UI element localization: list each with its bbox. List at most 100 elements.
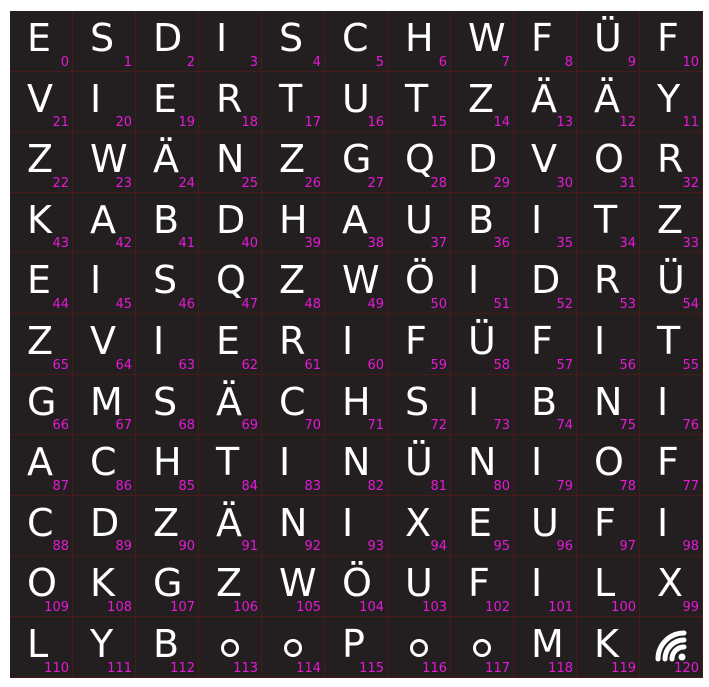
grid-letter: D — [531, 258, 561, 303]
grid-cell: E 62 — [199, 313, 262, 375]
grid-letter: K — [594, 621, 619, 666]
cell-index: 73 — [493, 418, 510, 434]
grid-letter: B — [531, 379, 558, 424]
grid-cell: W 49 — [325, 253, 388, 314]
grid-cell: E 19 — [136, 71, 199, 133]
grid-cell: F 10 — [640, 11, 703, 72]
cell-index: 87 — [52, 478, 69, 494]
cell-index: 35 — [556, 236, 573, 252]
grid-letter: O — [594, 137, 624, 182]
grid-letter: X — [405, 500, 432, 545]
grid-cell: V 30 — [514, 132, 577, 193]
grid-cell: F 97 — [577, 495, 640, 557]
cell-index: 19 — [178, 115, 195, 131]
cell-index: 57 — [556, 357, 573, 373]
cell-index: 58 — [493, 357, 510, 373]
cell-index: 85 — [178, 478, 195, 494]
grid-cell: 116 — [388, 616, 451, 678]
cell-index: 95 — [493, 539, 510, 555]
grid-cell: T 34 — [577, 192, 640, 254]
grid-cell: S 46 — [136, 253, 199, 314]
grid-letter: I — [657, 500, 669, 545]
grid-letter: V — [531, 137, 557, 182]
grid-letter: Q — [216, 258, 246, 303]
grid-letter: I — [594, 318, 606, 363]
cell-index: 6 — [438, 54, 447, 70]
grid-letter: Ü — [405, 440, 433, 485]
letter-grid: E 0 S 1 D 2 I 3 S 4 C 5 H 6 W 7 F 8 Ü 9 F 10 V 21 I 20 E 19 R 18 T 17 U 1… — [10, 11, 703, 678]
grid-letter: S — [153, 379, 178, 424]
circle-icon — [410, 638, 428, 657]
cell-index: 99 — [682, 599, 699, 615]
grid-letter: D — [468, 137, 498, 182]
grid-letter: G — [342, 137, 372, 182]
grid-cell: S 68 — [136, 374, 199, 436]
grid-cell: Z 33 — [640, 192, 703, 254]
grid-cell: M 67 — [73, 374, 136, 436]
grid-cell: R 61 — [262, 313, 325, 375]
grid-letter: D — [216, 197, 246, 242]
grid-letter: Ö — [342, 561, 372, 606]
grid-letter: M — [90, 379, 123, 424]
grid-cell: Q 28 — [388, 132, 451, 193]
cell-index: 120 — [674, 660, 699, 676]
grid-letter: W — [342, 258, 380, 303]
grid-cell: W 23 — [73, 132, 136, 193]
grid-cell: N 82 — [325, 435, 388, 496]
grid-letter: U — [405, 561, 433, 606]
cell-index: 3 — [249, 54, 258, 70]
grid-letter: Ä — [531, 76, 557, 121]
grid-cell: 120 — [640, 616, 703, 678]
grid-letter: C — [342, 16, 369, 60]
grid-cell: C 86 — [73, 435, 136, 496]
cell-index: 97 — [619, 539, 636, 555]
circle-icon — [284, 638, 302, 657]
cell-index: 55 — [682, 357, 699, 373]
grid-cell: E0 — [10, 11, 73, 72]
grid-cell: Q 47 — [199, 253, 262, 314]
cell-index: 113 — [233, 660, 258, 676]
grid-cell: U 96 — [514, 495, 577, 557]
grid-letter: I — [468, 258, 480, 303]
grid-cell: C 88 — [10, 495, 73, 557]
grid-letter: D — [153, 16, 183, 60]
grid-letter: I — [90, 258, 102, 303]
cell-index: 33 — [682, 236, 699, 252]
grid-cell: S1 — [73, 11, 136, 72]
cell-index: 88 — [52, 539, 69, 555]
grid-cell: Y 11 — [640, 71, 703, 133]
cell-index: 62 — [241, 357, 258, 373]
grid-letter: T — [657, 318, 681, 363]
cell-index: 82 — [367, 478, 384, 494]
grid-cell: B 112 — [136, 616, 199, 678]
grid-cell: Y 111 — [73, 616, 136, 678]
grid-cell: H 85 — [136, 435, 199, 496]
cell-index: 13 — [556, 115, 573, 131]
grid-letter: Z — [279, 137, 306, 182]
grid-letter: Z — [153, 500, 180, 545]
cell-index: 111 — [107, 660, 132, 676]
cell-index: 106 — [233, 599, 258, 615]
cell-index: 119 — [611, 660, 636, 676]
grid-cell: I 51 — [451, 253, 514, 314]
grid-letter: P — [342, 621, 365, 666]
grid-letter: Z — [279, 258, 306, 303]
grid-letter: I — [279, 440, 291, 485]
grid-letter: U — [342, 76, 370, 121]
grid-cell: D2 — [136, 11, 199, 72]
cell-index: 41 — [178, 236, 195, 252]
grid-cell: 117 — [451, 616, 514, 678]
grid-letter: R — [216, 76, 243, 121]
grid-cell: Z 48 — [262, 253, 325, 314]
grid-letter: N — [468, 440, 497, 485]
cell-index: 67 — [115, 418, 132, 434]
grid-letter: M — [531, 621, 564, 666]
cell-index: 28 — [430, 175, 447, 191]
grid-cell: I 20 — [73, 71, 136, 133]
grid-letter: Ä — [216, 500, 242, 545]
cell-index: 7 — [501, 54, 510, 70]
grid-cell: O 78 — [577, 435, 640, 496]
grid-cell: N 75 — [577, 374, 640, 436]
grid-letter: S — [90, 16, 115, 60]
grid-letter: I — [531, 197, 543, 242]
